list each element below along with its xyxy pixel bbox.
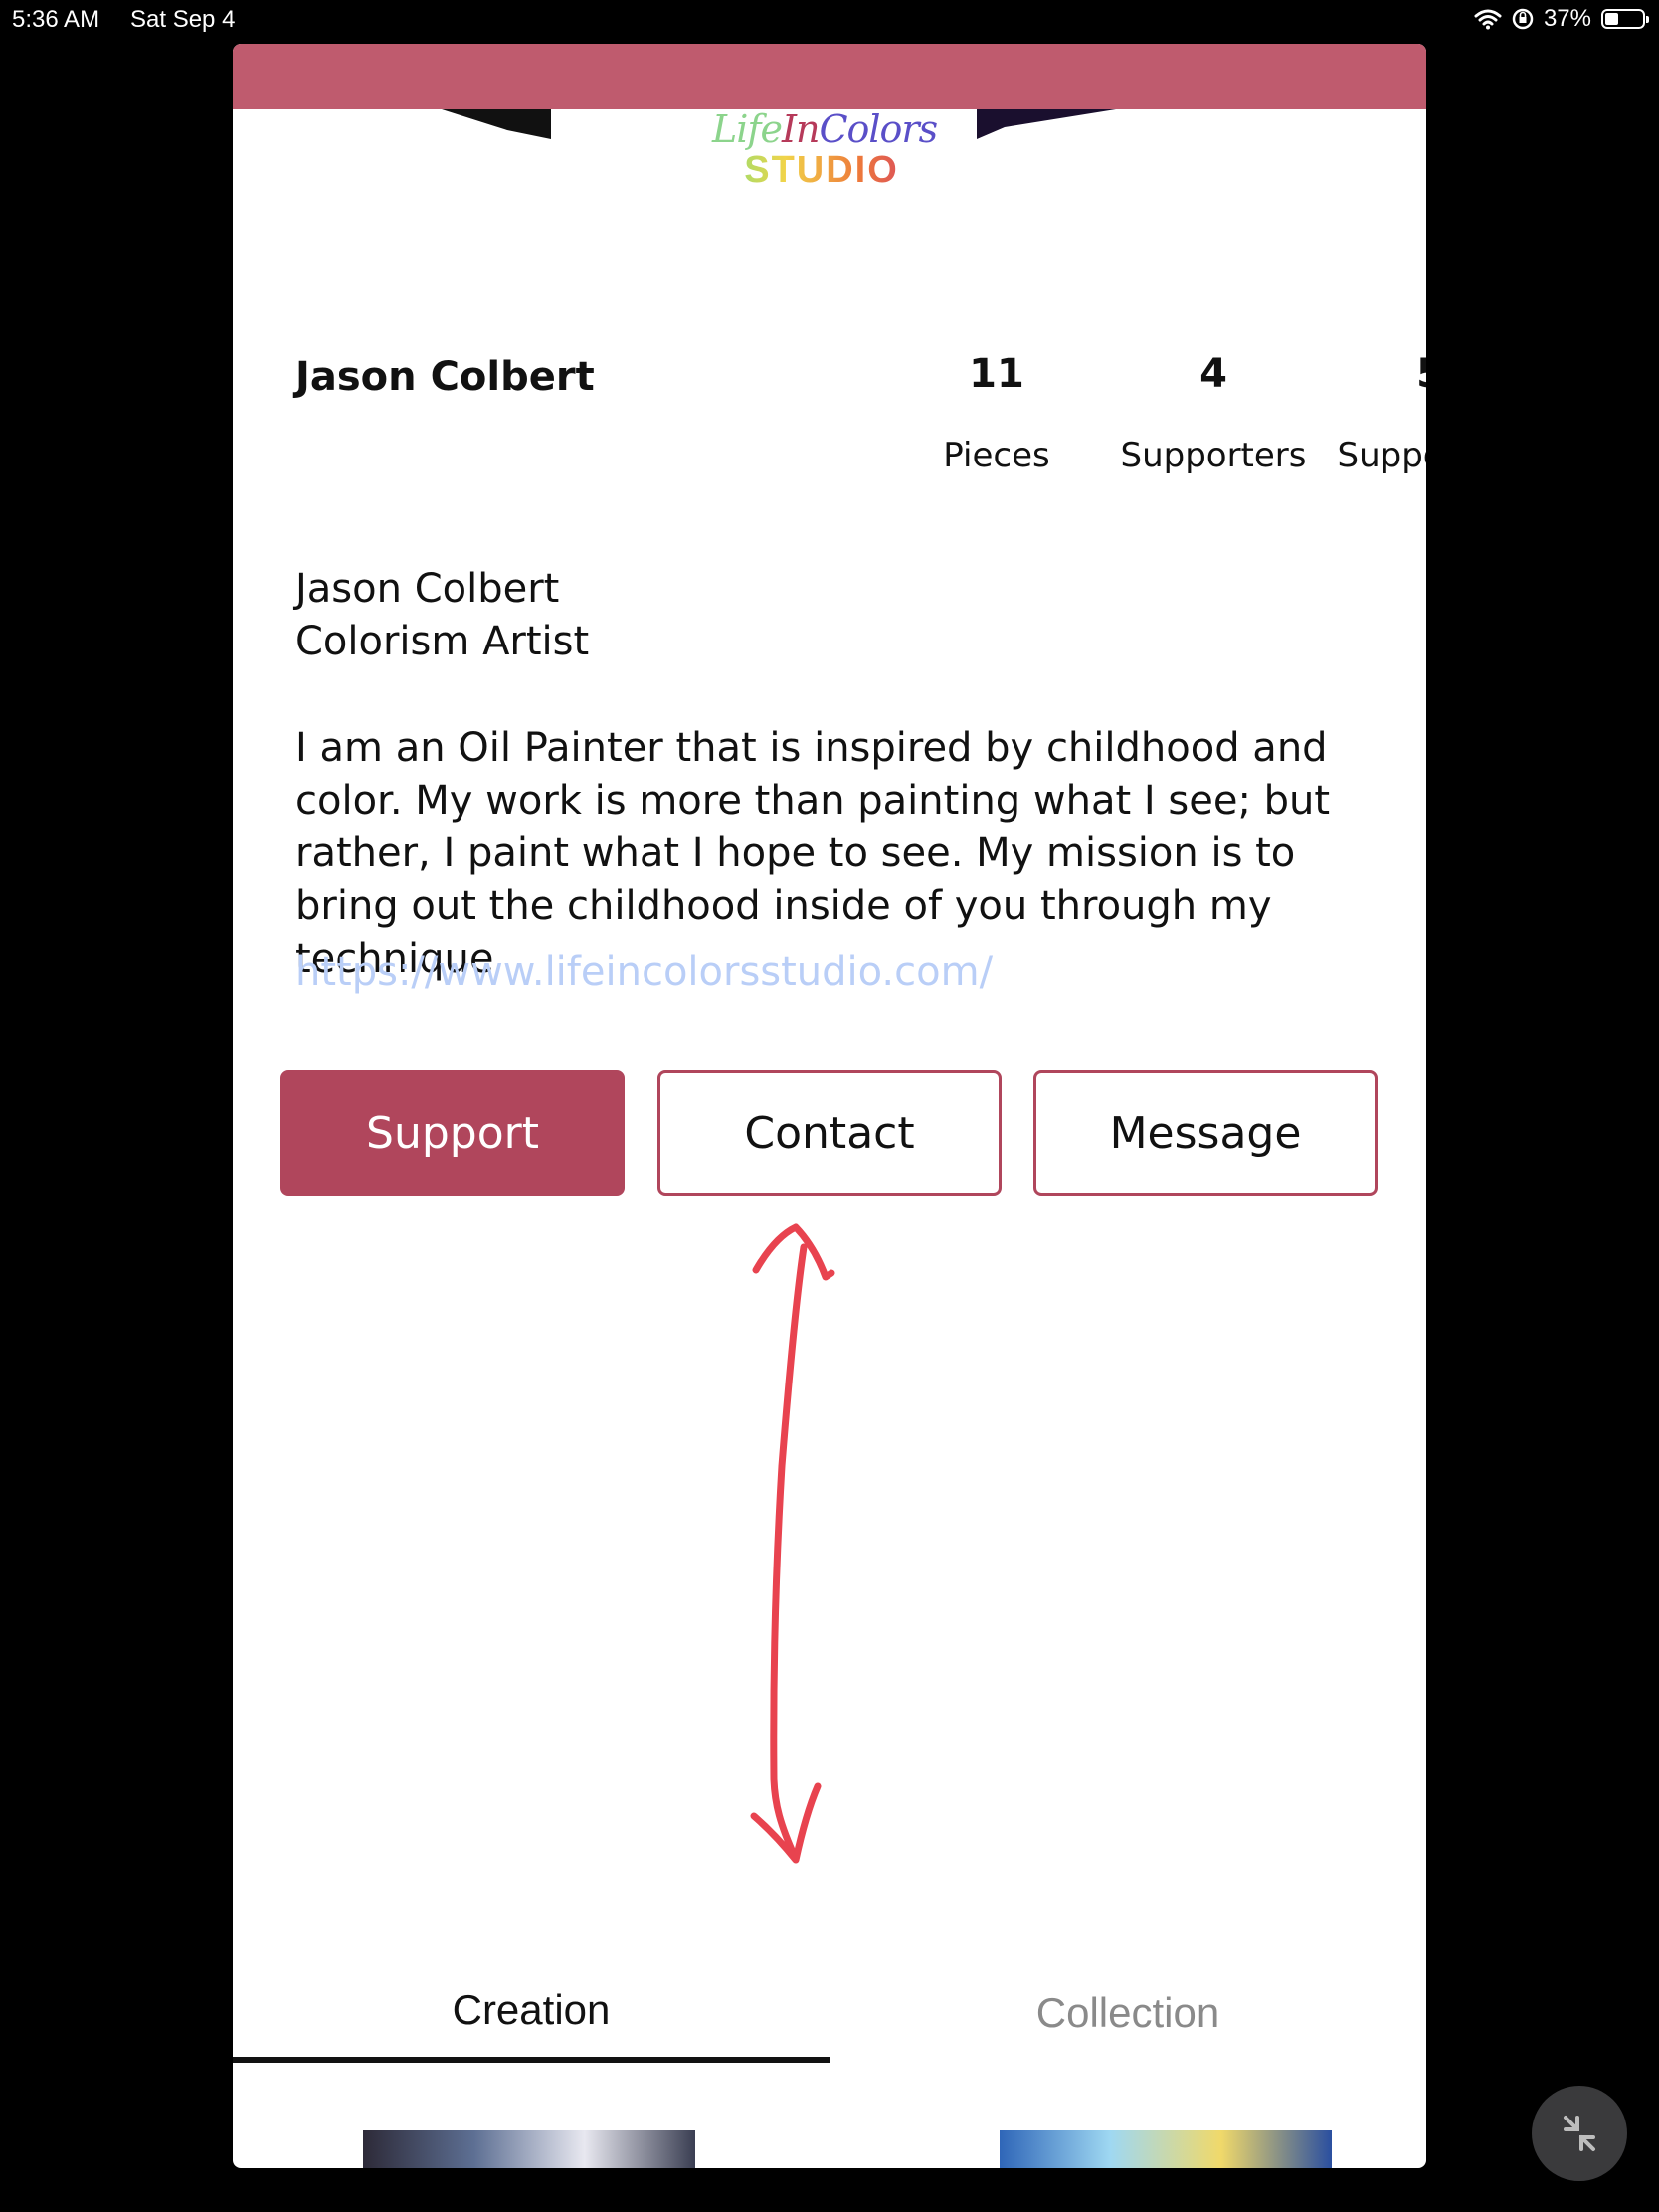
bio-description: I am an Oil Painter that is inspired by … — [295, 725, 1331, 982]
banner-art-left — [442, 109, 551, 139]
profile-card: LifeInColors STUDIO Jason Colbert 11 Pie… — [233, 44, 1426, 2168]
bio-title: Colorism Artist — [295, 619, 590, 664]
bio-name: Jason Colbert — [295, 566, 560, 612]
stat-supporting[interactable]: 5 Supporting — [1336, 354, 1427, 475]
tab-collection[interactable]: Collection — [830, 1963, 1426, 2063]
status-time: 5:36 AM — [12, 6, 100, 33]
banner-art-right — [977, 109, 1116, 139]
profile-name: Jason Colbert — [295, 354, 595, 400]
status-bar: 5:36 AM Sat Sep 4 37% — [0, 0, 1659, 40]
studio-logo: LifeInColors STUDIO — [712, 107, 938, 191]
collapse-arrows-icon — [1564, 2116, 1595, 2151]
battery-icon — [1601, 9, 1649, 29]
website-link[interactable]: https://www.lifeincolorsstudio.com/ — [295, 949, 993, 995]
wifi-icon — [1474, 9, 1502, 30]
artwork-thumbnail[interactable] — [1000, 2130, 1332, 2168]
tab-creation[interactable]: Creation — [233, 1963, 830, 2063]
profile-bio: Jason Colbert Colorism Artist I am an Oi… — [295, 563, 1389, 986]
support-button[interactable]: Support — [280, 1070, 625, 1196]
message-button[interactable]: Message — [1033, 1070, 1378, 1196]
top-bar — [233, 44, 1426, 109]
orientation-lock-icon — [1512, 8, 1534, 30]
artwork-thumbnail[interactable] — [363, 2130, 695, 2168]
minimize-button[interactable] — [1532, 2086, 1627, 2181]
status-date: Sat Sep 4 — [130, 6, 236, 33]
stat-pieces[interactable]: 11 Pieces — [902, 354, 1091, 475]
battery-percent: 37% — [1543, 5, 1591, 32]
contact-button[interactable]: Contact — [657, 1070, 1002, 1196]
status-indicators: 37% — [1474, 5, 1649, 33]
stat-supporters[interactable]: 4 Supporters — [1119, 354, 1308, 475]
